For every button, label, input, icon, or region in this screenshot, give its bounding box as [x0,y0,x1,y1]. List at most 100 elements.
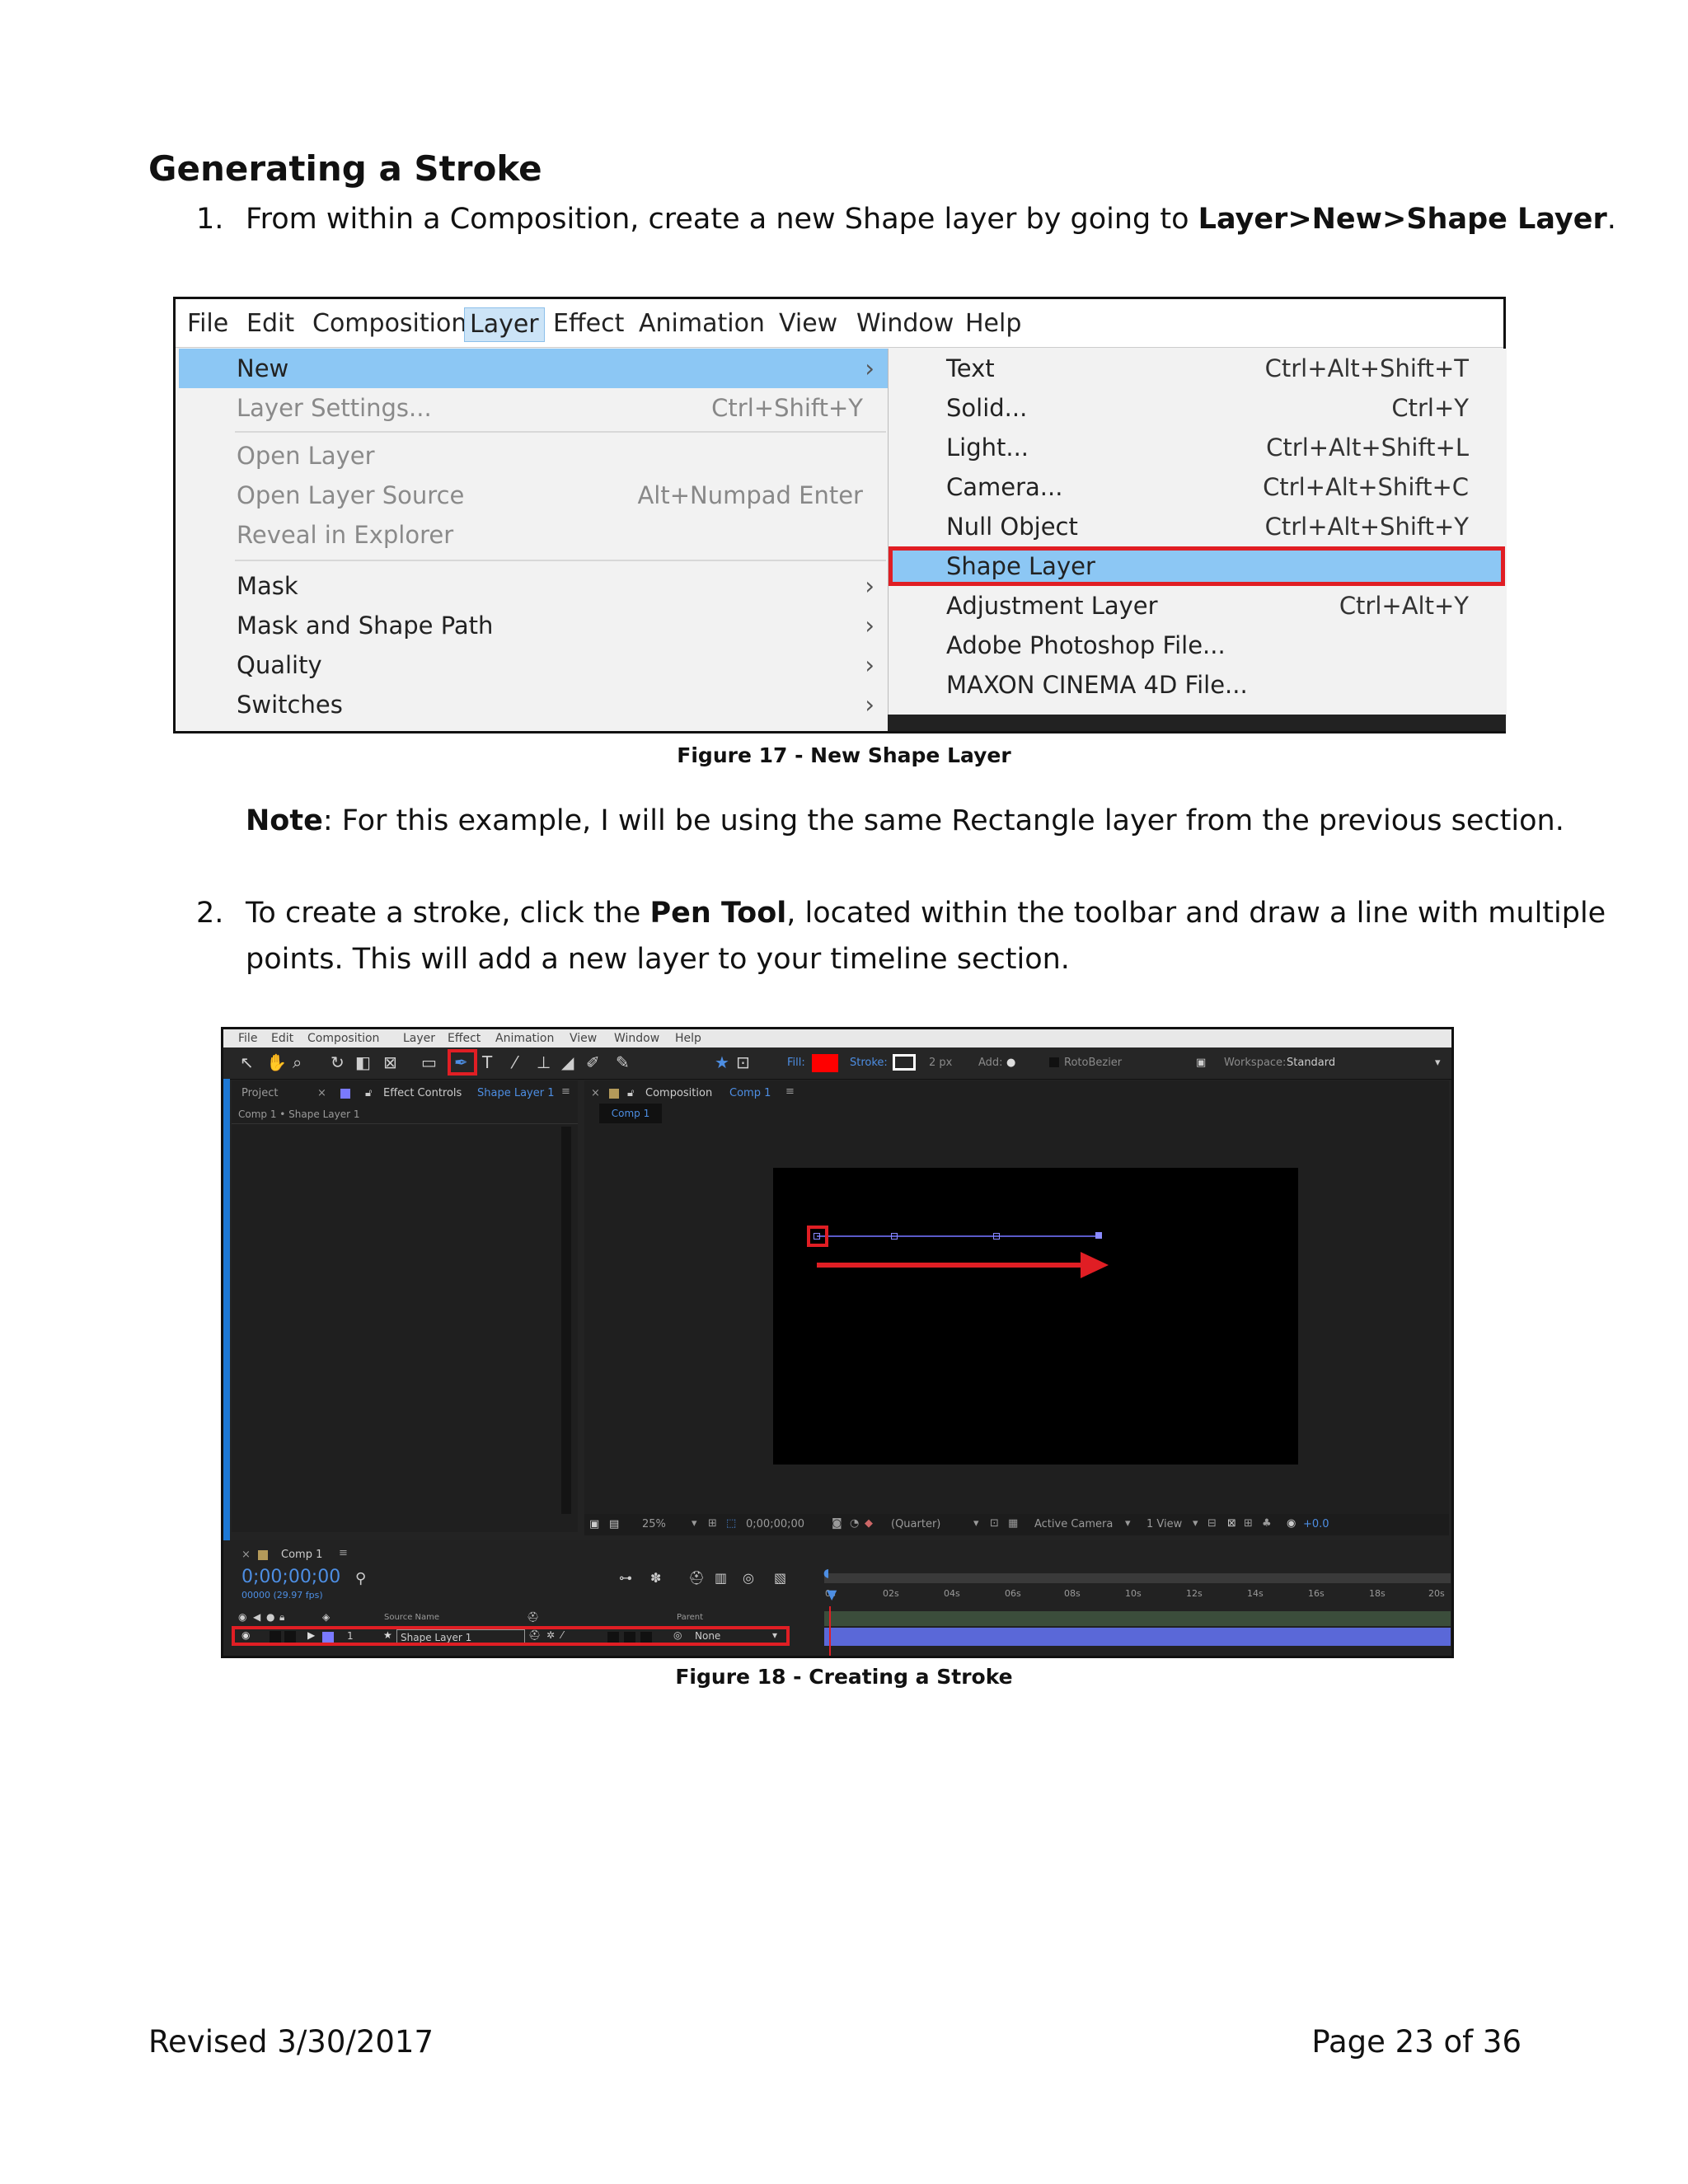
selection-tool-icon[interactable]: ↖ [240,1052,254,1072]
puppet-pin-tool-icon[interactable]: ✎ [616,1052,630,1072]
menu-item-layer-settings[interactable]: Layer Settings... Ctrl+Shift+Y [179,388,888,428]
type-tool-icon[interactable]: T [482,1052,492,1072]
submenu-item-photoshop-file[interactable]: Adobe Photoshop File... [889,626,1505,665]
snapshot-icon[interactable]: ◙ [832,1517,842,1530]
ae-menu-effect[interactable]: Effect [448,1032,481,1045]
menu-file[interactable]: File [182,307,233,340]
time-ruler[interactable] [824,1573,1451,1583]
menu-item-open-layer[interactable]: Open Layer [179,436,888,476]
workspace-value[interactable]: Standard [1287,1057,1335,1069]
submenu-item-solid[interactable]: Solid... Ctrl+Y [889,388,1505,428]
brush-tool-icon[interactable]: ⁄ [513,1052,516,1072]
add-icon[interactable]: ● [1006,1057,1015,1069]
show-snapshot-icon[interactable]: ◔ [850,1517,859,1530]
stroke-width[interactable]: 2 px [929,1057,952,1069]
menu-item-quality[interactable]: Quality › [179,645,888,685]
path-point[interactable] [993,1233,1000,1240]
graph-editor-icon[interactable]: ▧ [774,1570,786,1586]
exposure-icon[interactable]: ◉ [1287,1517,1296,1530]
rotate-tool-icon[interactable]: ↻ [331,1052,345,1072]
fill-swatch[interactable] [812,1054,838,1072]
rectangle-tool-icon[interactable]: ▭ [421,1052,437,1072]
menu-item-open-layer-source[interactable]: Open Layer Source Alt+Numpad Enter [179,476,888,515]
ae-menu-help[interactable]: Help [675,1032,701,1045]
work-area-start-icon[interactable]: ◖ [823,1567,829,1580]
close-icon[interactable]: × [591,1087,600,1099]
menu-item-mask-and-shape-path[interactable]: Mask and Shape Path › [179,606,888,645]
layer-duration-bar[interactable] [824,1628,1451,1646]
frame-blend-icon[interactable]: ▥ [715,1570,727,1586]
workspace-icon[interactable]: ▣ [1196,1057,1206,1069]
panel-menu-icon[interactable]: ≡ [561,1085,570,1098]
tab-timeline-comp[interactable]: Comp 1 [281,1549,322,1561]
work-area-bar[interactable] [824,1611,1451,1626]
draft-3d-icon[interactable]: ✽ [650,1570,661,1586]
rotobezier-checkbox[interactable] [1049,1057,1059,1067]
submenu-item-text[interactable]: Text Ctrl+Alt+Shift+T [889,349,1505,388]
view-layout[interactable]: 1 View [1146,1518,1182,1530]
comp-mini-flowchart-icon[interactable]: ⊶ [619,1570,632,1586]
comp-chip[interactable]: Comp 1 [599,1104,662,1123]
roi-icon[interactable]: ⊡ [990,1517,999,1530]
eraser-tool-icon[interactable]: ◢ [561,1052,574,1072]
panel-menu-icon[interactable]: ≡ [339,1547,348,1559]
ae-menu-layer[interactable]: Layer [403,1032,435,1045]
shy-icon[interactable]: ⛑ [688,1570,705,1586]
hand-tool-icon[interactable]: ✋ [266,1052,287,1072]
pan-behind-tool-icon[interactable]: ⊠ [383,1052,397,1072]
lock-icon[interactable]: 🔓︎ [627,1087,634,1099]
motion-blur-icon[interactable]: ◎ [743,1570,754,1586]
ae-menu-window[interactable]: Window [614,1032,659,1045]
close-icon[interactable]: × [317,1087,326,1099]
ae-menu-composition[interactable]: Composition [307,1032,379,1045]
resolution[interactable]: (Quarter) [891,1518,940,1530]
menu-item-reveal-in-explorer[interactable]: Reveal in Explorer [179,515,888,555]
timeline-timecode[interactable]: 0;00;00;00 [241,1567,340,1587]
clone-stamp-tool-icon[interactable]: ⊥ [537,1052,551,1072]
chevron-down-icon[interactable]: ▾ [973,1517,979,1530]
region-icon[interactable]: ▣ [589,1518,599,1530]
chevron-down-icon[interactable]: ▾ [692,1517,697,1530]
fast-preview-icon[interactable]: ⊠ [1227,1517,1236,1530]
ae-menu-file[interactable]: File [238,1032,257,1045]
menu-window[interactable]: Window [851,307,959,340]
tab-composition-name[interactable]: Comp 1 [729,1087,771,1099]
viewer-timecode[interactable]: 0;00;00;00 [746,1518,804,1530]
current-time-indicator[interactable] [829,1606,831,1656]
active-camera[interactable]: Active Camera [1034,1518,1113,1530]
close-icon[interactable]: × [241,1549,251,1561]
chevron-down-icon[interactable]: ▾ [1435,1057,1441,1069]
stroke-swatch[interactable] [893,1054,916,1071]
zoom-level[interactable]: 25% [642,1518,666,1530]
menu-item-new[interactable]: New › [179,349,888,388]
menu-item-mask[interactable]: Mask › [179,566,888,606]
parent-header[interactable]: Parent [677,1613,703,1622]
ae-menu-view[interactable]: View [570,1032,597,1045]
menu-composition[interactable]: Composition [307,307,471,340]
star-icon[interactable]: ★ [715,1052,729,1072]
timeline-icon[interactable]: ⊞ [1244,1517,1253,1530]
flowchart-icon[interactable]: ♣ [1262,1517,1272,1530]
ae-menu-edit[interactable]: Edit [271,1032,293,1045]
exposure-value[interactable]: +0.0 [1303,1518,1329,1530]
scrollbar[interactable] [561,1127,571,1514]
menu-help[interactable]: Help [960,307,1026,340]
ae-menu-animation[interactable]: Animation [495,1032,554,1045]
panel-menu-icon[interactable]: ≡ [785,1085,795,1098]
zoom-tool-icon[interactable]: ⌕ [293,1052,302,1072]
camera-tool-icon[interactable]: ◧ [355,1052,371,1072]
submenu-item-camera[interactable]: Camera... Ctrl+Alt+Shift+C [889,467,1505,507]
preview-icon[interactable]: ▤ [609,1518,619,1530]
menu-view[interactable]: View [774,307,842,340]
channel-icon[interactable]: ◆ [865,1517,873,1530]
grid-icon[interactable]: ⊞ [708,1517,717,1530]
menu-effect[interactable]: Effect [548,307,629,340]
submenu-item-shape-layer[interactable]: Shape Layer [889,546,1505,586]
submenu-item-light[interactable]: Light... Ctrl+Alt+Shift+L [889,428,1505,467]
composition-canvas[interactable] [773,1168,1298,1465]
chevron-down-icon[interactable]: ▾ [1193,1517,1198,1530]
chevron-down-icon[interactable]: ▾ [1125,1517,1131,1530]
source-name-header[interactable]: Source Name [384,1613,439,1622]
roto-brush-tool-icon[interactable]: ✐ [586,1052,600,1072]
tab-effect-layer-name[interactable]: Shape Layer 1 [477,1087,555,1099]
